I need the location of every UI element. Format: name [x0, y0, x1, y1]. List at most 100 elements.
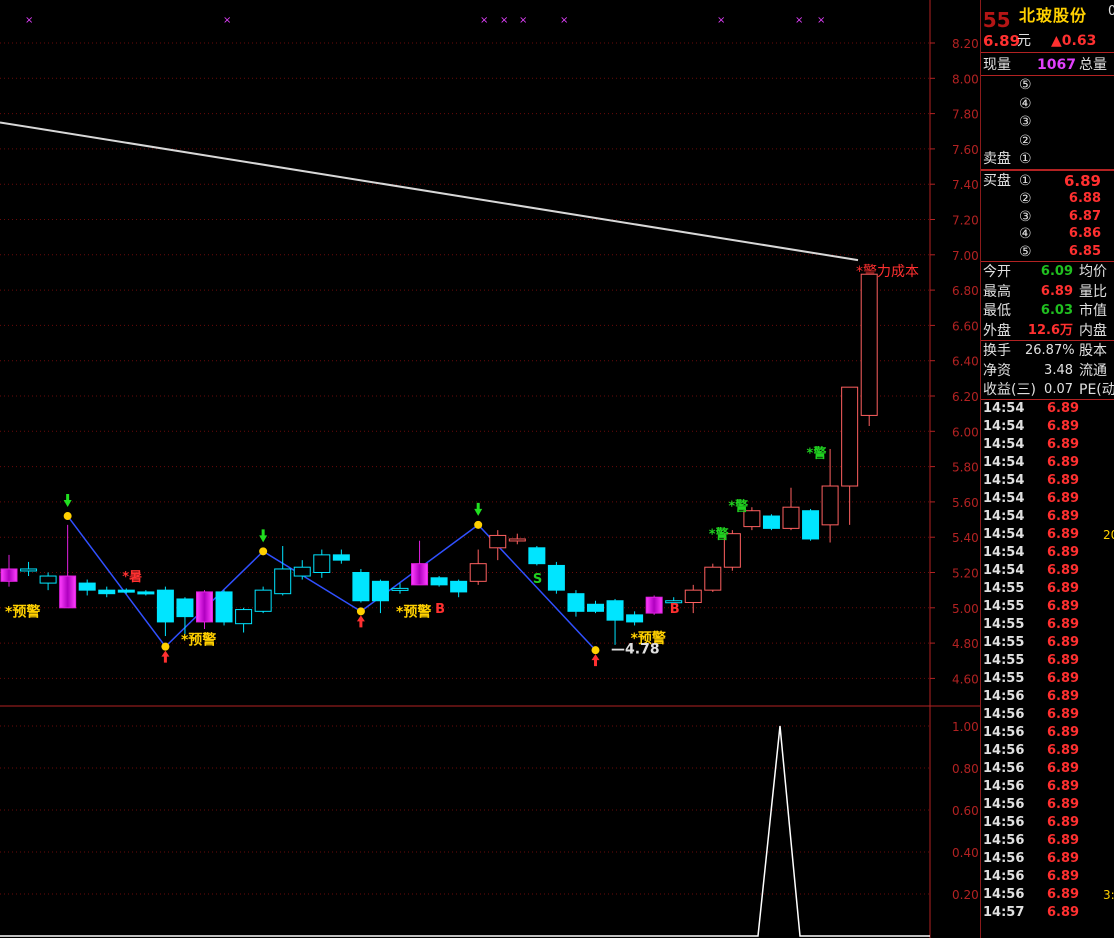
- tick-price: 6.89: [1047, 635, 1080, 650]
- candle-body: [821, 485, 839, 526]
- tick-price: 6.89: [1047, 779, 1080, 794]
- price-row: 6.89 元 ▲0.63: [981, 32, 1114, 50]
- tick-row: 14:54 6.89: [981, 472, 1114, 490]
- stat-row: 外盘 12.6万 内盘: [981, 322, 1114, 340]
- tick-row: 14:56 6.89 3:: [981, 886, 1114, 904]
- tick-row: 14:55 6.89: [981, 580, 1114, 598]
- price-tick-label: 6.20: [952, 390, 979, 404]
- pivot-dot: [591, 646, 600, 655]
- signal-label: B: [670, 602, 680, 617]
- candle-body: [430, 577, 448, 586]
- tick-price: 6.89: [1047, 689, 1080, 704]
- stat-right-label: 市值: [1079, 303, 1107, 319]
- candle-body: [332, 554, 350, 561]
- signal-label: *暑: [122, 570, 142, 585]
- candle-body: [489, 534, 507, 549]
- sell-level: ④: [981, 95, 1114, 113]
- tick-price: 6.89: [1047, 707, 1080, 722]
- tick-price: 6.89: [1047, 509, 1080, 524]
- tick-row: 14:55 6.89: [981, 616, 1114, 634]
- tick-time: 14:54: [983, 563, 1025, 578]
- pivot-dot: [356, 607, 365, 616]
- pivot-dot: [259, 547, 268, 556]
- price-tick-label: 6.40: [952, 355, 979, 369]
- pivot-dot: [63, 512, 72, 521]
- tick-time: 14:54: [983, 419, 1025, 434]
- tick-time: 14:55: [983, 635, 1025, 650]
- stat-value: 6.09: [1040, 264, 1073, 279]
- last-price: 6.89: [983, 32, 1021, 50]
- candle-body: [547, 564, 565, 591]
- candle-body: [860, 273, 878, 416]
- signal-label: —4.78: [611, 641, 660, 657]
- top-marker: ×: [25, 15, 33, 26]
- sell-level-num: ⑤: [1019, 77, 1032, 93]
- stat-value: 6.89: [1040, 283, 1073, 299]
- tick-price: 6.89: [1047, 833, 1080, 848]
- price-unit: 元: [1017, 33, 1031, 49]
- stat-right-label: 股本: [1079, 343, 1107, 359]
- signal-label: *警: [728, 498, 748, 514]
- candle-body: [59, 575, 77, 609]
- volume-tick-label: 0.20: [952, 888, 979, 902]
- price-tick-label: 8.00: [952, 72, 979, 86]
- candle-body: [235, 609, 253, 625]
- tick-time: 14:56: [983, 869, 1025, 884]
- signal-label: S: [533, 572, 542, 587]
- stat-row: 今开 6.09 均价: [981, 263, 1114, 281]
- candle-body: [391, 587, 409, 591]
- price-tick-label: 5.20: [952, 567, 979, 581]
- tick-price: 6.89: [1047, 491, 1080, 506]
- tick-price: 6.89: [1047, 671, 1080, 686]
- kline-chart[interactable]: 8.20 8.00 7.80 7.60 7.40 7.20 7.00 6.80 6.60 6.40…: [0, 0, 980, 938]
- tick-row: 14:56 6.89: [981, 706, 1114, 724]
- sell-level-num: ③: [1019, 114, 1032, 131]
- tick-price: 6.89: [1047, 761, 1080, 776]
- candle-body: [762, 515, 780, 529]
- tick-volume: 3:: [1103, 888, 1114, 902]
- tick-price: 6.89: [1047, 419, 1080, 434]
- now-volume-label: 现量: [983, 57, 1011, 73]
- price-tick-label: 6.00: [952, 425, 979, 439]
- top-marker: ×: [717, 15, 725, 26]
- tick-price: 6.89: [1047, 527, 1080, 542]
- top-marker: ×: [560, 15, 568, 26]
- stat-label: 最高: [983, 283, 1011, 300]
- candle-body: [450, 580, 468, 593]
- watermark: www.55: [981, 8, 1011, 32]
- candle-body: [196, 591, 213, 623]
- tick-time: 14:54: [983, 455, 1025, 470]
- candle-body: [254, 589, 272, 612]
- tick-price: 6.89: [1047, 653, 1080, 668]
- tick-row: 14:56 6.89: [981, 742, 1114, 760]
- stat-row: 收益(三) 0.07 PE(动: [981, 381, 1114, 399]
- tick-time: 14:54: [983, 401, 1025, 416]
- volume-tick-label: 1.00: [952, 720, 979, 734]
- tick-row: 14:56 6.89: [981, 814, 1114, 832]
- stat-right-label: 均价: [1079, 264, 1107, 280]
- tick-row: 14:54 6.89 20: [981, 526, 1114, 544]
- signal-label: B: [435, 602, 445, 617]
- tick-price: 6.89: [1047, 905, 1080, 920]
- tick-row: 14:56 6.89: [981, 850, 1114, 868]
- buy-level: ④ 6.86: [981, 225, 1114, 243]
- signal-label: *预警: [181, 632, 216, 649]
- buy-level: ⑤ 6.85: [981, 243, 1114, 261]
- candle-body: [293, 566, 311, 577]
- down-arrow-icon: [259, 529, 268, 543]
- stat-row: 最低 6.03 市值: [981, 302, 1114, 320]
- tick-time: 14:56: [983, 833, 1025, 848]
- buy-level: ③ 6.87: [981, 208, 1114, 226]
- price-tick-label: 4.60: [952, 672, 979, 686]
- up-arrow-icon: [356, 615, 365, 628]
- tick-row: 14:56 6.89: [981, 796, 1114, 814]
- candle-body: [567, 593, 585, 612]
- down-arrow-icon: [63, 494, 72, 508]
- candle-body: [841, 386, 859, 487]
- stat-right-label: 量比: [1079, 283, 1107, 300]
- price-tick-label: 8.20: [952, 37, 979, 51]
- sell-level-num: ④: [1019, 95, 1032, 112]
- quote-panel: www.55 北玻股份 0 6.89 元 ▲0.63 现量 1067 总量 ⑤④…: [980, 0, 1114, 938]
- price-tick-label: 5.00: [952, 602, 979, 616]
- candle-body: [508, 538, 526, 542]
